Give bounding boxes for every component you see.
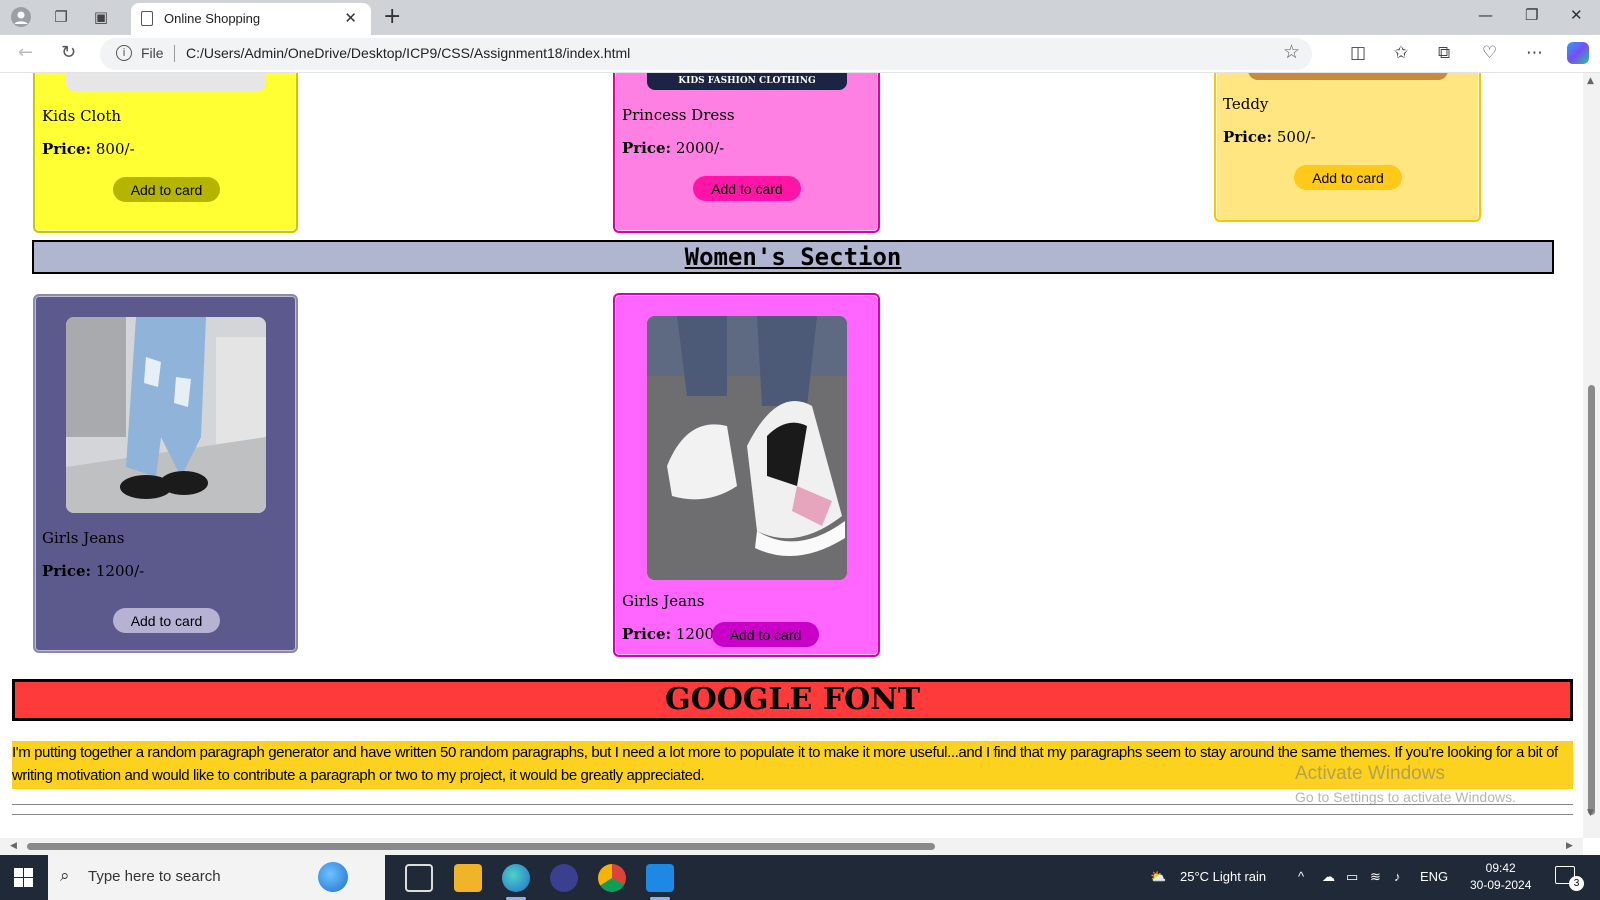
product-price: Price: 1200/- — [622, 625, 725, 643]
chrome-icon[interactable] — [598, 864, 626, 892]
horizontal-scrollbar[interactable]: ◀ ▶ — [0, 838, 1583, 855]
product-card-kids-cloth: Kids Cloth Price: 800/- Add to card — [33, 73, 298, 233]
horizontal-scroll-thumb[interactable] — [27, 843, 935, 850]
tab-actions-icon[interactable]: ▣ — [90, 6, 112, 28]
weather-icon[interactable]: ⛅ — [1150, 869, 1166, 885]
google-font-heading: GOOGLE FONT — [12, 679, 1573, 721]
add-to-cart-button[interactable]: Add to card — [113, 177, 220, 202]
close-window-button[interactable]: ✕ — [1570, 6, 1583, 24]
product-card-teddy: Teddy Price: 500/- Add to card — [1214, 73, 1481, 222]
url-text[interactable]: C:/Users/Admin/OneDrive/Desktop/ICP9/CSS… — [186, 45, 630, 61]
restore-button[interactable]: ❐ — [1525, 6, 1538, 24]
product-name: Princess Dress — [622, 106, 735, 124]
notifications-icon[interactable]: 3 — [1555, 866, 1584, 891]
product-price: Price: 500/- — [1223, 128, 1316, 146]
product-price: Price: 2000/- — [622, 139, 725, 157]
favorites-icon[interactable]: ✩ — [1394, 43, 1408, 63]
princess-dress-image: KIDS FASHION CLOTHING — [647, 73, 847, 90]
search-icon: ⌕ — [60, 866, 70, 886]
language-indicator[interactable]: ENG — [1420, 869, 1448, 884]
teddy-image — [1248, 73, 1448, 80]
scroll-up-arrow-icon[interactable]: ▲ — [1587, 76, 1594, 86]
wifi-icon[interactable]: ≋ — [1370, 869, 1381, 885]
show-hidden-icons-icon[interactable]: ^ — [1298, 869, 1304, 884]
page-icon — [141, 11, 153, 26]
page-viewport: Kids Cloth Price: 800/- Add to card KIDS… — [0, 73, 1583, 838]
tab-online-shopping[interactable]: Online Shopping ✕ — [131, 3, 371, 35]
product-card-girls-jeans-sneakers: Girls Jeans Price: 1200/- Add to card — [613, 293, 880, 657]
notification-count-badge: 3 — [1569, 876, 1584, 891]
reload-button[interactable]: ↻ — [61, 42, 76, 63]
close-tab-icon[interactable]: ✕ — [344, 9, 357, 27]
scroll-right-arrow-icon[interactable]: ▶ — [1566, 841, 1573, 851]
add-to-cart-button[interactable]: Add to card — [712, 622, 819, 647]
product-name: Girls Jeans — [622, 592, 705, 610]
file-label: File — [141, 45, 164, 61]
add-to-cart-button[interactable]: Add to card — [113, 608, 220, 633]
eclipse-icon[interactable] — [550, 864, 578, 892]
weather-text[interactable]: 25°C Light rain — [1180, 869, 1266, 884]
favorite-star-icon[interactable]: ☆ — [1283, 41, 1300, 63]
scroll-left-arrow-icon[interactable]: ◀ — [10, 841, 17, 851]
product-card-girls-jeans: Girls Jeans Price: 1200/- Add to card — [33, 294, 298, 653]
navigation-bar: ← ↻ i File C:/Users/Admin/OneDrive/Deskt… — [0, 35, 1600, 73]
new-tab-button[interactable]: + — [383, 4, 401, 29]
browser-essentials-icon[interactable]: ♡ — [1482, 43, 1497, 63]
vscode-icon[interactable] — [646, 864, 674, 900]
tab-bar: ❐ ▣ Online Shopping ✕ + — ❐ ✕ — [0, 0, 1600, 35]
more-menu-icon[interactable]: ⋯ — [1526, 43, 1543, 63]
windows-taskbar: ⌕ Type here to search ⛅ 25°C Light rain … — [0, 855, 1600, 900]
profile-icon[interactable] — [10, 6, 32, 28]
back-button[interactable]: ← — [18, 42, 33, 63]
activate-windows-watermark: Activate Windows Go to Settings to activ… — [1295, 763, 1516, 805]
volume-icon[interactable]: ♪ — [1394, 869, 1401, 884]
battery-icon[interactable]: ▭ — [1346, 869, 1358, 885]
start-windows-icon[interactable] — [14, 868, 33, 887]
product-name: Girls Jeans — [42, 529, 125, 547]
search-placeholder: Type here to search — [88, 868, 221, 885]
info-icon[interactable]: i — [116, 45, 132, 61]
divider — [12, 814, 1573, 815]
collections-icon[interactable]: ⧉ — [1438, 43, 1450, 63]
product-name: Kids Cloth — [42, 107, 122, 125]
product-price: Price: 800/- — [42, 140, 135, 158]
sneakers-photo — [647, 316, 847, 580]
womens-section-heading: Women's Section — [32, 240, 1554, 274]
minimize-button[interactable]: — — [1478, 6, 1493, 24]
file-explorer-icon[interactable] — [454, 864, 482, 892]
scroll-down-arrow-icon[interactable]: ▼ — [1587, 808, 1594, 818]
product-name: Teddy — [1223, 95, 1269, 113]
product-card-princess-dress: KIDS FASHION CLOTHING Princess Dress Pri… — [613, 73, 880, 233]
onedrive-icon[interactable]: ☁ — [1322, 869, 1335, 885]
taskbar-search-box[interactable]: ⌕ Type here to search — [48, 855, 385, 900]
search-highlight-icon — [318, 862, 348, 892]
tab-title: Online Shopping — [164, 11, 261, 26]
copilot-icon[interactable] — [1567, 42, 1589, 64]
add-to-cart-button[interactable]: Add to card — [693, 176, 801, 201]
edge-browser-icon[interactable] — [502, 864, 530, 900]
product-price: Price: 1200/- — [42, 562, 145, 580]
clock[interactable]: 09:42 30-09-2024 — [1470, 860, 1531, 894]
vertical-scroll-thumb[interactable] — [1588, 385, 1595, 815]
jeans-photo — [66, 317, 266, 513]
banner-text: KIDS FASHION CLOTHING — [678, 76, 816, 86]
add-to-cart-button[interactable]: Add to card — [1294, 165, 1402, 190]
split-screen-icon[interactable]: ◫ — [1350, 43, 1366, 63]
task-view-icon[interactable] — [405, 864, 433, 892]
kids-cloth-image — [66, 73, 266, 91]
vertical-scrollbar[interactable]: ▲ ▼ — [1583, 73, 1600, 838]
workspaces-icon[interactable]: ❐ — [50, 6, 72, 28]
address-bar[interactable]: i File C:/Users/Admin/OneDrive/Desktop/I… — [100, 38, 1312, 70]
